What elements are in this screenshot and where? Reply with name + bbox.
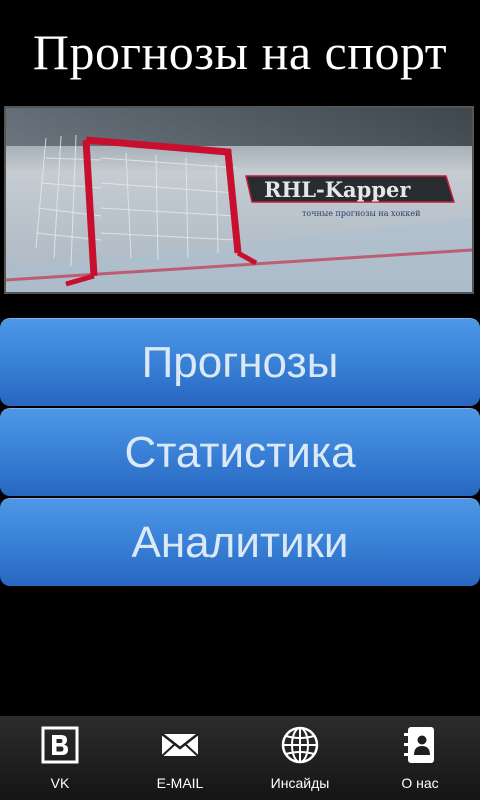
main-menu: Прогнозы Статистика Аналитики — [0, 318, 480, 588]
tab-about[interactable]: О нас — [360, 716, 480, 800]
globe-icon — [281, 726, 319, 764]
analysts-button[interactable]: Аналитики — [0, 498, 480, 586]
brand-name: RHL-Kapper — [264, 177, 411, 202]
hockey-goal-image: RHL-Kapper точные прогнозы на хоккей — [6, 108, 472, 292]
tab-label: E-MAIL — [156, 775, 204, 791]
vk-icon — [41, 726, 79, 764]
app-title: Прогнозы на спорт — [32, 24, 448, 80]
tab-label: Инсайды — [270, 775, 330, 791]
forecasts-button[interactable]: Прогнозы — [0, 318, 480, 406]
tab-vk[interactable]: VK — [0, 716, 120, 800]
promo-banner: RHL-Kapper точные прогнозы на хоккей — [4, 106, 474, 294]
brand-tagline: точные прогнозы на хоккей — [302, 209, 420, 218]
tab-label: О нас — [401, 775, 439, 791]
statistics-button[interactable]: Статистика — [0, 408, 480, 496]
mail-icon — [161, 733, 199, 757]
contacts-icon — [404, 727, 434, 763]
tab-insights[interactable]: Инсайды — [240, 716, 360, 800]
tab-label: VK — [50, 775, 70, 791]
tab-email[interactable]: E-MAIL — [120, 716, 240, 800]
bottom-tab-bar: VK E-MAIL Инсайды О нас — [0, 716, 480, 800]
